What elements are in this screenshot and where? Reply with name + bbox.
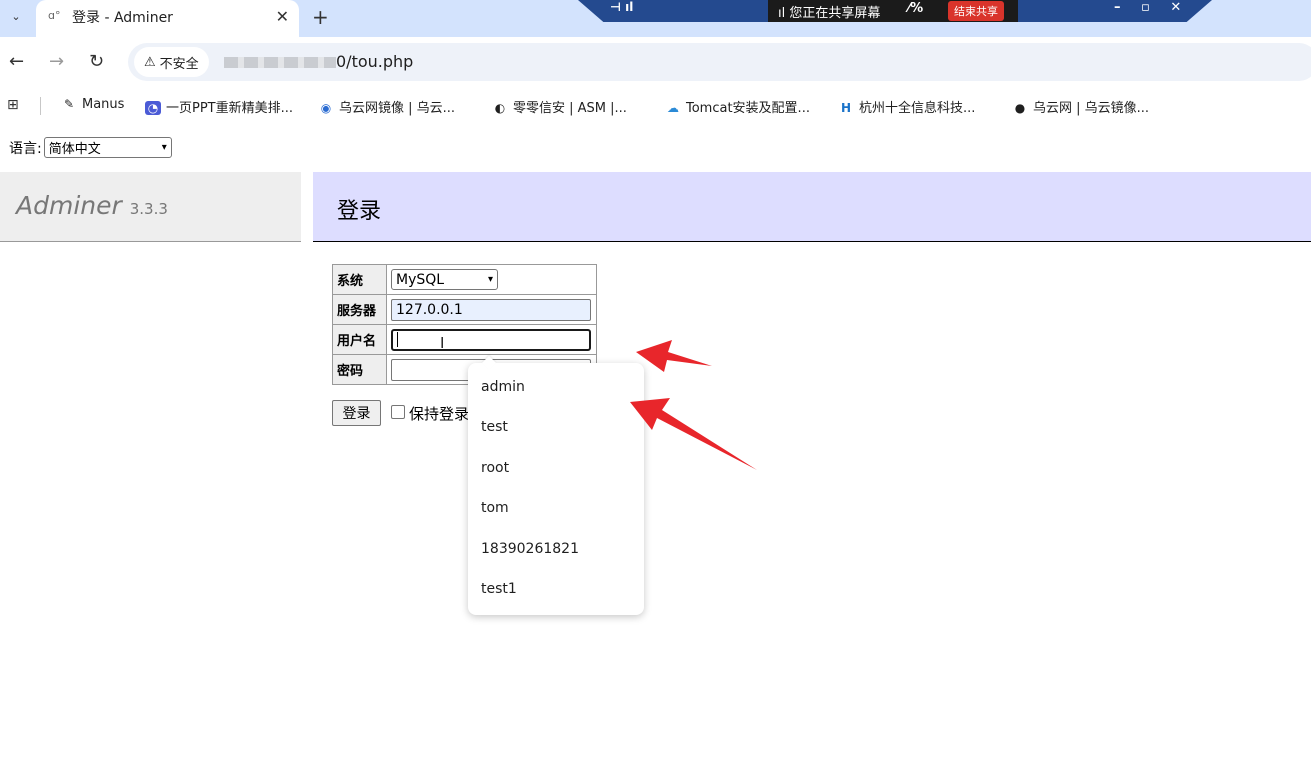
screen-share-bar: ⊣ ıl ıl 您正在共享屏幕 ⁄% 结束共享 – ▫ ✕: [578, 0, 1212, 22]
app-version: 3.3.3: [129, 200, 168, 218]
share-status-box: ıl 您正在共享屏幕 ⁄% 结束共享: [768, 0, 1018, 22]
system-select[interactable]: MySQL ▾: [391, 269, 498, 290]
server-input[interactable]: 127.0.0.1: [391, 298, 591, 321]
annotation-arrow-upper: [636, 340, 712, 372]
language-row: 语言: 简体中文 ▾: [9, 137, 172, 158]
signal-icon: ⊣ ıl: [610, 0, 634, 14]
ppt-icon: ◔: [145, 101, 161, 115]
bookmark-item[interactable]: ☁ Tomcat安装及配置...: [665, 97, 810, 116]
circle-icon: ◐: [494, 101, 506, 115]
login-button[interactable]: 登录: [332, 400, 381, 426]
autocomplete-option[interactable]: test1: [481, 581, 517, 597]
tab-strip: ⌄ ɑ° 登录 - Adminer ✕ + ⊣ ıl ıl 您正在共享屏幕 ⁄%…: [0, 0, 1311, 37]
globe-icon: ●: [1014, 101, 1026, 115]
server-label: 服务器: [332, 294, 387, 325]
bookmark-item[interactable]: ◐ 零零信安 | ASM |...: [492, 97, 627, 116]
manus-icon: ✎: [63, 97, 75, 111]
text-caret: [397, 332, 398, 347]
bookmark-item[interactable]: ◔ 一页PPT重新精美排...: [145, 97, 293, 116]
chevron-down-icon: ▾: [161, 142, 167, 153]
bookmark-item[interactable]: ✎ Manus: [61, 97, 124, 112]
bookmarks-divider: [40, 97, 41, 115]
bookmark-item[interactable]: ◉ 乌云网镜像 | 乌云...: [318, 97, 455, 116]
permanent-login-checkbox[interactable]: [391, 405, 405, 419]
username-input[interactable]: [391, 328, 591, 351]
password-label: 密码: [332, 354, 387, 385]
chevron-down-icon: ▾: [487, 274, 493, 285]
autocomplete-dropdown: admin test root tom 18390261821 test1: [468, 355, 644, 615]
sidebar-menu: Adminer 3.3.3: [0, 172, 301, 242]
tab-title: 登录 - Adminer: [72, 10, 173, 26]
autocomplete-option[interactable]: root: [481, 460, 509, 476]
browser-toolbar: ← → ↻ ⚠ 不安全 0/tou.php: [0, 37, 1311, 87]
forward-arrow-icon[interactable]: →: [49, 51, 64, 72]
autocomplete-option[interactable]: admin: [481, 379, 525, 395]
warning-icon: ⚠: [144, 54, 156, 70]
h-logo-icon: H: [840, 101, 852, 115]
content-header: 登录: [313, 172, 1311, 242]
address-url[interactable]: 0/tou.php: [336, 52, 413, 71]
language-value: 简体中文: [48, 142, 101, 157]
security-label: 不安全: [159, 56, 199, 72]
bookmark-item[interactable]: H 杭州十全信息科技...: [838, 97, 975, 116]
app-logo[interactable]: Adminer 3.3.3: [16, 191, 168, 220]
permanent-login-label[interactable]: 保持登录: [409, 403, 469, 424]
security-chip[interactable]: ⚠ 不安全: [134, 47, 209, 77]
eye-icon: ◉: [320, 101, 332, 115]
annotation-arrow-lower: [630, 398, 757, 470]
blurred-url-host: [224, 57, 336, 68]
back-arrow-icon[interactable]: ←: [9, 51, 24, 72]
bookmarks-bar: ⊞ ✎ Manus ◔ 一页PPT重新精美排... ◉ 乌云网镜像 | 乌云... ◐…: [0, 87, 1311, 123]
ibeam-cursor-icon: I: [440, 334, 445, 352]
end-share-button[interactable]: 结束共享: [948, 1, 1004, 21]
autocomplete-option[interactable]: 18390261821: [481, 541, 579, 557]
new-tab-button[interactable]: +: [312, 5, 329, 29]
tab-list-chevron-icon[interactable]: ⌄: [4, 4, 28, 28]
language-label: 语言:: [9, 140, 42, 157]
autocomplete-option[interactable]: test: [481, 419, 508, 435]
username-label: 用户名: [332, 324, 387, 355]
annotate-icon[interactable]: ⁄%: [908, 1, 923, 16]
app-name: Adminer: [16, 191, 122, 220]
autocomplete-option[interactable]: tom: [481, 500, 509, 516]
active-tab[interactable]: ɑ° 登录 - Adminer ✕: [36, 0, 299, 37]
share-status-text: ıl 您正在共享屏幕: [778, 6, 881, 21]
cloud-icon: ☁: [667, 101, 679, 115]
reload-icon[interactable]: ↻: [89, 51, 104, 72]
bookmark-item[interactable]: ● 乌云网 | 乌云镜像...: [1012, 97, 1149, 116]
system-label: 系统: [332, 264, 387, 295]
tab-close-icon[interactable]: ✕: [276, 7, 289, 26]
system-value: MySQL: [396, 271, 445, 288]
page-title: 登录: [337, 199, 382, 224]
page-favicon-icon: ɑ°: [48, 9, 61, 22]
address-bar[interactable]: ⚠ 不安全 0/tou.php: [128, 43, 1311, 81]
language-select[interactable]: 简体中文 ▾: [43, 137, 172, 158]
window-controls-icon[interactable]: – ▫ ✕: [1114, 0, 1189, 15]
apps-grid-icon[interactable]: ⊞: [7, 97, 19, 113]
